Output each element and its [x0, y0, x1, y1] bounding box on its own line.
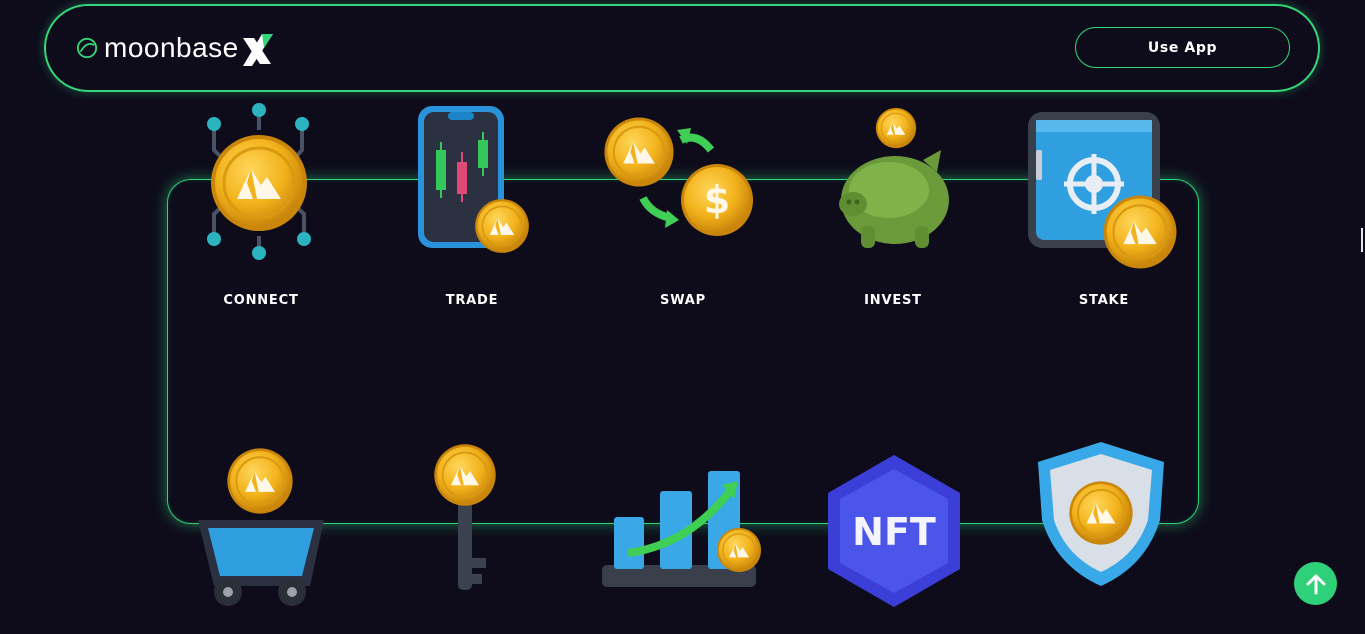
trade-icon: [418, 106, 530, 254]
nft-text: NFT: [852, 510, 936, 554]
key-icon[interactable]: [430, 440, 505, 600]
scroll-to-top-button[interactable]: [1294, 562, 1337, 605]
growth-chart-icon[interactable]: [598, 465, 768, 595]
feature-label-stake: STAKE: [1078, 293, 1130, 308]
mining-cart-icon[interactable]: [190, 440, 335, 615]
arrow-up-icon: [1306, 574, 1325, 594]
swap-icon: $: [603, 116, 753, 236]
feature-label-trade: TRADE: [445, 293, 499, 308]
connect-icon: [207, 103, 311, 260]
vault-icon: [1028, 112, 1178, 270]
shield-icon[interactable]: [1034, 440, 1168, 590]
feature-label-connect: CONNECT: [223, 293, 299, 308]
feature-label-swap: SWAP: [660, 293, 706, 308]
moon-ring-icon: [76, 37, 98, 59]
scrollbar-thumb[interactable]: [1361, 228, 1363, 252]
piggy-bank-icon: [839, 107, 949, 248]
svg-text:$: $: [704, 178, 730, 222]
nft-icon[interactable]: NFT: [826, 453, 962, 608]
feature-label-invest: INVEST: [864, 293, 922, 308]
